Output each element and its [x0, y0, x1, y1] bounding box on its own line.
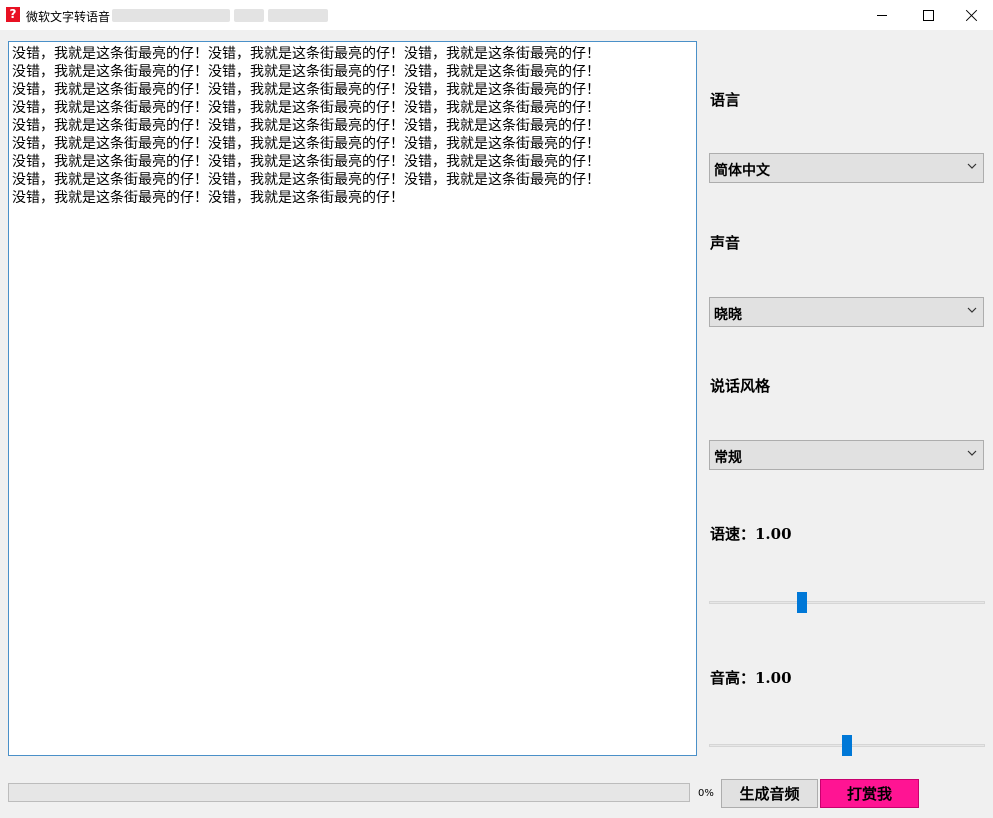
progress-bar [8, 783, 690, 802]
rate-slider-thumb[interactable] [797, 592, 807, 613]
language-label: 语言 [710, 91, 741, 109]
voice-select[interactable]: 晓晓 [709, 297, 984, 327]
voice-label: 声音 [710, 234, 741, 252]
close-button[interactable] [949, 0, 993, 30]
window-title: 微软文字转语音 [26, 10, 111, 24]
title-blur [234, 9, 264, 22]
title-bar: ? 微软文字转语音 [0, 0, 993, 30]
maximize-button[interactable] [905, 0, 951, 30]
question-mark-icon: ? [6, 7, 20, 22]
rate-slider[interactable] [709, 592, 985, 614]
rate-slider-track [709, 601, 985, 604]
title-blur [112, 9, 230, 22]
language-select-value: 简体中文 [714, 163, 770, 179]
voice-select-value: 晓晓 [714, 307, 742, 323]
style-select-value: 常规 [714, 450, 742, 466]
style-select[interactable]: 常规 [709, 440, 984, 470]
close-icon [966, 9, 978, 21]
title-blur [268, 9, 328, 22]
pitch-slider-thumb[interactable] [842, 735, 852, 756]
pitch-label: 音高：1.00 [710, 669, 792, 687]
rate-label: 语速：1.00 [710, 525, 792, 543]
chevron-down-icon [967, 450, 977, 456]
maximize-icon [922, 9, 934, 21]
tip-button[interactable]: 打赏我 [820, 779, 919, 808]
minimize-button[interactable] [859, 0, 905, 30]
pitch-slider[interactable] [709, 735, 985, 757]
language-select[interactable]: 简体中文 [709, 153, 984, 183]
chevron-down-icon [967, 163, 977, 169]
generate-audio-button[interactable]: 生成音频 [721, 779, 818, 808]
style-label: 说话风格 [710, 377, 771, 395]
minimize-icon [877, 14, 887, 16]
chevron-down-icon [967, 307, 977, 313]
text-input-area[interactable]: 没错，我就是这条街最亮的仔！没错，我就是这条街最亮的仔！没错，我就是这条街最亮的… [8, 41, 697, 756]
progress-text: 0% [698, 788, 714, 799]
